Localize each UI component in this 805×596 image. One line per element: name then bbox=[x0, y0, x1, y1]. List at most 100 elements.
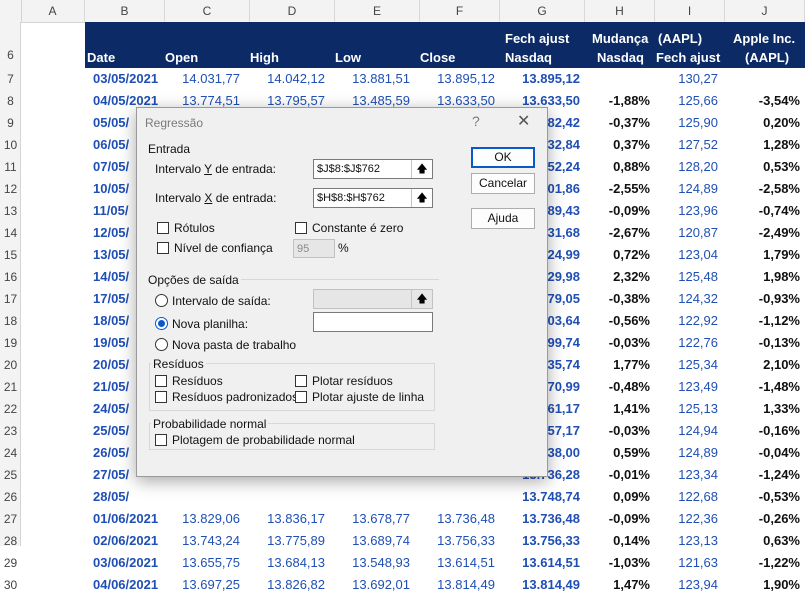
cell-aplchg[interactable]: -1,48% bbox=[725, 376, 800, 398]
row-header[interactable]: 23 bbox=[0, 424, 21, 438]
column-header-h[interactable]: H bbox=[585, 0, 655, 22]
row-header[interactable]: 18 bbox=[0, 314, 21, 328]
line-fit-checkbox[interactable] bbox=[295, 391, 307, 403]
cell-chg[interactable]: -2,55% bbox=[585, 178, 650, 200]
cell-aplchg[interactable]: 2,10% bbox=[725, 354, 800, 376]
cell-high[interactable]: 13.836,17 bbox=[250, 508, 325, 530]
plot-residuals-checkbox[interactable] bbox=[295, 375, 307, 387]
normal-plot-checkbox[interactable] bbox=[155, 434, 167, 446]
row-header[interactable]: 25 bbox=[0, 468, 21, 482]
cell-chg[interactable]: -0,56% bbox=[585, 310, 650, 332]
cell-low[interactable]: 13.692,01 bbox=[335, 574, 410, 596]
cell-aplchg[interactable]: 1,98% bbox=[725, 266, 800, 288]
cell-aapl[interactable]: 125,13 bbox=[655, 398, 718, 420]
column-header-j[interactable]: J bbox=[725, 0, 805, 22]
ok-button[interactable]: OK bbox=[471, 147, 535, 168]
cell-date[interactable]: 03/06/2021 bbox=[93, 552, 173, 574]
column-header-d[interactable]: D bbox=[250, 0, 335, 22]
row-header[interactable]: 29 bbox=[0, 556, 21, 570]
cell-adj[interactable]: 13.748,74 bbox=[500, 486, 580, 508]
row-header[interactable]: 6 bbox=[0, 48, 21, 62]
row-header[interactable]: 17 bbox=[0, 292, 21, 306]
cell-aplchg[interactable]: -0,74% bbox=[725, 200, 800, 222]
cell-close[interactable]: 13.736,48 bbox=[420, 508, 495, 530]
cell-aapl[interactable]: 127,52 bbox=[655, 134, 718, 156]
cell-aapl[interactable]: 123,49 bbox=[655, 376, 718, 398]
cell-date[interactable]: 02/06/2021 bbox=[93, 530, 173, 552]
cell-high[interactable]: 14.042,12 bbox=[250, 68, 325, 90]
cell-aapl[interactable]: 123,13 bbox=[655, 530, 718, 552]
cell-open[interactable]: 13.697,25 bbox=[165, 574, 240, 596]
output-range-input[interactable]: 🡅 bbox=[313, 289, 433, 309]
cell-chg[interactable]: 0,14% bbox=[585, 530, 650, 552]
cell-aapl[interactable]: 122,92 bbox=[655, 310, 718, 332]
cell-close[interactable]: 13.895,12 bbox=[420, 68, 495, 90]
cell-aapl[interactable]: 121,63 bbox=[655, 552, 718, 574]
cell-chg[interactable]: -0,48% bbox=[585, 376, 650, 398]
cell-chg[interactable]: 0,09% bbox=[585, 486, 650, 508]
cell-aapl[interactable]: 130,27 bbox=[655, 68, 718, 90]
row-header[interactable]: 15 bbox=[0, 248, 21, 262]
cell-chg[interactable]: 0,59% bbox=[585, 442, 650, 464]
cell-aapl[interactable]: 120,87 bbox=[655, 222, 718, 244]
row-header[interactable]: 30 bbox=[0, 578, 21, 592]
row-header[interactable]: 14 bbox=[0, 226, 21, 240]
cell-adj[interactable]: 13.756,33 bbox=[500, 530, 580, 552]
cell-adj[interactable]: 13.614,51 bbox=[500, 552, 580, 574]
select-all-corner[interactable] bbox=[0, 0, 22, 22]
cell-aplchg[interactable]: -1,24% bbox=[725, 464, 800, 486]
column-header-c[interactable]: C bbox=[165, 0, 250, 22]
cell-high[interactable]: 13.775,89 bbox=[250, 530, 325, 552]
cell-close[interactable]: 13.614,51 bbox=[420, 552, 495, 574]
cell-aapl[interactable]: 122,36 bbox=[655, 508, 718, 530]
cell-aapl[interactable]: 124,32 bbox=[655, 288, 718, 310]
cell-chg[interactable]: -0,38% bbox=[585, 288, 650, 310]
cell-aplchg[interactable]: -1,22% bbox=[725, 552, 800, 574]
confidence-checkbox[interactable] bbox=[157, 242, 169, 254]
cancel-button[interactable]: Cancelar bbox=[471, 173, 535, 194]
cell-aplchg[interactable]: -0,26% bbox=[725, 508, 800, 530]
new-sheet-input[interactable] bbox=[313, 312, 433, 332]
cell-aapl[interactable]: 122,76 bbox=[655, 332, 718, 354]
cell-aapl[interactable]: 125,34 bbox=[655, 354, 718, 376]
close-icon[interactable]: ✕ bbox=[517, 111, 530, 131]
column-header-g[interactable]: G bbox=[500, 0, 585, 22]
cell-aplchg[interactable]: -2,49% bbox=[725, 222, 800, 244]
cell-aapl[interactable]: 123,94 bbox=[655, 574, 718, 596]
cell-chg[interactable]: -0,37% bbox=[585, 112, 650, 134]
cell-aapl[interactable]: 124,94 bbox=[655, 420, 718, 442]
help-icon[interactable]: ? bbox=[472, 113, 480, 129]
cell-close[interactable]: 13.756,33 bbox=[420, 530, 495, 552]
cell-aplchg[interactable]: -2,58% bbox=[725, 178, 800, 200]
constant-zero-checkbox[interactable] bbox=[295, 222, 307, 234]
row-header[interactable]: 22 bbox=[0, 402, 21, 416]
cell-aapl[interactable]: 125,66 bbox=[655, 90, 718, 112]
row-header[interactable]: 21 bbox=[0, 380, 21, 394]
std-residuals-checkbox[interactable] bbox=[155, 391, 167, 403]
column-header-e[interactable]: E bbox=[335, 0, 420, 22]
collapse-dialog-icon[interactable]: 🡅 bbox=[411, 290, 432, 308]
row-header[interactable]: 11 bbox=[0, 160, 21, 174]
column-header-f[interactable]: F bbox=[420, 0, 500, 22]
cell-date[interactable]: 01/06/2021 bbox=[93, 508, 173, 530]
cell-date[interactable]: 28/05/ bbox=[93, 486, 173, 508]
row-header[interactable]: 7 bbox=[0, 72, 21, 86]
column-header-i[interactable]: I bbox=[655, 0, 725, 22]
row-header[interactable]: 9 bbox=[0, 116, 21, 130]
cell-low[interactable]: 13.689,74 bbox=[335, 530, 410, 552]
cell-aplchg[interactable]: -1,12% bbox=[725, 310, 800, 332]
x-range-input[interactable]: $H$8:$H$762 🡅 bbox=[313, 188, 433, 208]
cell-aplchg[interactable]: -0,04% bbox=[725, 442, 800, 464]
y-range-input[interactable]: $J$8:$J$762 🡅 bbox=[313, 159, 433, 179]
cell-adj[interactable]: 13.814,49 bbox=[500, 574, 580, 596]
cell-aplchg[interactable]: 0,20% bbox=[725, 112, 800, 134]
cell-chg[interactable]: 0,88% bbox=[585, 156, 650, 178]
cell-high[interactable]: 13.684,13 bbox=[250, 552, 325, 574]
row-header[interactable]: 20 bbox=[0, 358, 21, 372]
cell-aplchg[interactable]: 1,28% bbox=[725, 134, 800, 156]
cell-chg[interactable]: 1,41% bbox=[585, 398, 650, 420]
column-header-b[interactable]: B bbox=[85, 0, 165, 22]
cell-chg[interactable]: 1,77% bbox=[585, 354, 650, 376]
collapse-dialog-icon[interactable]: 🡅 bbox=[411, 189, 432, 207]
cell-low[interactable]: 13.548,93 bbox=[335, 552, 410, 574]
